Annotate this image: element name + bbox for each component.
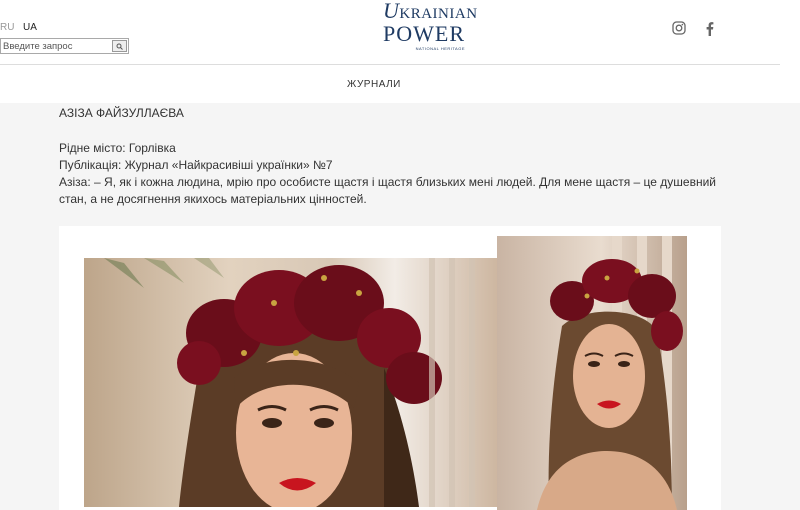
logo-line1: KRAINIAN xyxy=(399,6,478,22)
portrait-photo-main[interactable] xyxy=(81,255,501,510)
search-button[interactable] xyxy=(112,40,127,52)
nav-item-journals[interactable]: ЖУРНАЛИ xyxy=(347,79,401,90)
article-text: АЗІЗА ФАЙЗУЛЛАЄВА Рідне місто: Горлівка … xyxy=(59,104,739,208)
photo-gallery xyxy=(59,226,721,510)
logo-initial: U xyxy=(383,0,400,23)
instagram-icon xyxy=(672,21,686,35)
publication-line: Публікація: Журнал «Найкрасивіші українк… xyxy=(59,158,333,172)
site-logo[interactable]: UKRAINIAN POWER NATIONAL HERITAGE xyxy=(383,0,477,54)
logo-line2: POWER xyxy=(383,21,465,46)
instagram-link[interactable] xyxy=(671,20,687,36)
portrait-photo-side[interactable] xyxy=(497,236,687,510)
logo-tagline: NATIONAL HERITAGE xyxy=(415,46,465,51)
facebook-icon xyxy=(706,21,713,36)
quote-text: Азіза: – Я, як і кожна людина, мрію про … xyxy=(59,175,716,206)
language-ua[interactable]: UA xyxy=(23,22,37,33)
site-header: RU UA UKRAINIAN POWER NATIONAL HERITAGE … xyxy=(0,0,800,103)
search-icon xyxy=(116,43,123,50)
facebook-link[interactable] xyxy=(701,20,717,36)
search-box xyxy=(0,38,129,54)
language-ru[interactable]: RU xyxy=(0,22,14,33)
search-input[interactable] xyxy=(3,40,111,52)
header-divider xyxy=(0,64,780,65)
article-title: АЗІЗА ФАЙЗУЛЛАЄВА xyxy=(59,106,184,120)
hometown-line: Рідне місто: Горлівка xyxy=(59,141,176,155)
